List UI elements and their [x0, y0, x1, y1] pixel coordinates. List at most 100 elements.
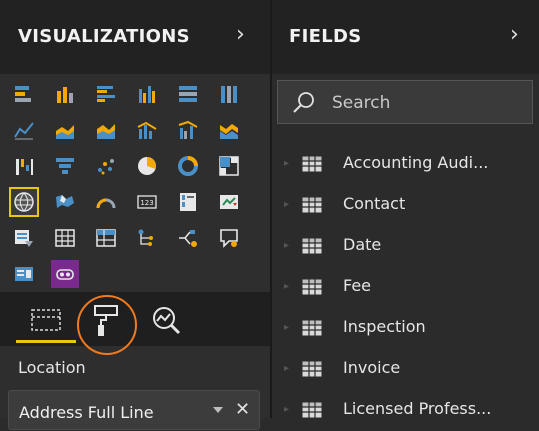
field-table-name: Fee: [343, 276, 372, 295]
visualization-tile[interactable]: [215, 188, 243, 216]
visualizations-header: VISUALIZATIONS ›: [0, 0, 270, 74]
expand-arrow-icon[interactable]: ▸: [284, 404, 289, 415]
field-table-name: Date: [343, 235, 382, 254]
stacked-bar-chart-icon: [15, 86, 31, 102]
visualization-tile[interactable]: [10, 116, 38, 144]
table-icon: [55, 229, 75, 247]
visualization-tile[interactable]: [51, 224, 79, 252]
visualization-tile[interactable]: [9, 187, 39, 217]
waterfall-chart-icon: [16, 159, 33, 175]
expand-arrow-icon[interactable]: ▸: [284, 158, 289, 169]
field-table-name: Contact: [343, 194, 406, 213]
map-icon: [14, 192, 34, 212]
visualization-tile[interactable]: [51, 80, 79, 108]
visualization-tile[interactable]: [215, 152, 243, 180]
custom-visual-purple-icon: [56, 269, 74, 280]
visualization-tile[interactable]: [10, 260, 38, 288]
fields-title: FIELDS: [289, 26, 362, 47]
expand-arrow-icon[interactable]: ▸: [284, 363, 289, 374]
qa-icon: [220, 229, 238, 248]
active-tab-underline: [16, 340, 76, 343]
visualization-tile[interactable]: [215, 80, 243, 108]
visualization-tile[interactable]: [174, 152, 202, 180]
fields-well-tab[interactable]: [24, 300, 68, 340]
visualization-tile[interactable]: [174, 80, 202, 108]
visualization-tile[interactable]: [51, 188, 79, 216]
visualization-tile[interactable]: [51, 116, 79, 144]
visualization-tile[interactable]: [51, 260, 79, 288]
key-influencers-icon: [138, 229, 153, 246]
well-label: Location: [18, 358, 86, 377]
visualization-tile[interactable]: [133, 80, 161, 108]
scatter-chart-icon: [98, 159, 114, 175]
field-table-item[interactable]: ▸ Invoice: [272, 349, 539, 390]
visualization-tile[interactable]: [92, 152, 120, 180]
fields-well-icon: [31, 309, 61, 331]
pie-chart-icon: [138, 156, 157, 175]
visualization-tile[interactable]: [174, 188, 202, 216]
multi-row-card-icon: [180, 193, 196, 211]
line-and-column-chart-icon: [137, 121, 157, 139]
field-table-item[interactable]: ▸ Accounting Audi...: [272, 144, 539, 185]
line-chart-icon: [14, 122, 34, 140]
fields-pane: FIELDS › Search ▸ Accounting Audi... ▸ Cont…: [272, 0, 539, 418]
chevron-right-icon[interactable]: ›: [510, 22, 519, 47]
visualization-tile[interactable]: [215, 224, 243, 252]
visualization-tile[interactable]: [10, 80, 38, 108]
visualization-tile[interactable]: [174, 224, 202, 252]
field-table-name: Inspection: [343, 317, 426, 336]
visualizations-title: VISUALIZATIONS: [18, 26, 190, 47]
100-stacked-bar-chart-icon: [179, 86, 197, 102]
treemap-icon: [219, 156, 239, 176]
clustered-bar-chart-icon: [97, 86, 115, 102]
table-icon: [302, 361, 322, 377]
visualization-tile[interactable]: 123: [133, 188, 161, 216]
field-table-item[interactable]: ▸ Fee: [272, 267, 539, 308]
well-field-value: Address Full Line: [19, 403, 154, 422]
analytics-tab[interactable]: [144, 300, 188, 340]
kpi-icon: [220, 195, 238, 209]
table-icon: [302, 238, 322, 254]
highlight-circle: [77, 295, 137, 355]
field-table-item[interactable]: ▸ Contact: [272, 185, 539, 226]
card-icon: 123: [137, 195, 157, 209]
field-table-item[interactable]: ▸ Licensed Profess...: [272, 390, 539, 431]
visualization-tile[interactable]: [92, 224, 120, 252]
custom-visual-icon: [15, 267, 33, 281]
field-table-name: Invoice: [343, 358, 401, 377]
funnel-icon: [56, 158, 74, 174]
expand-arrow-icon[interactable]: ▸: [284, 322, 289, 333]
stacked-column-chart-icon: [57, 87, 73, 103]
donut-chart-icon: [178, 156, 198, 176]
table-icon: [302, 402, 322, 418]
field-table-item[interactable]: ▸ Date: [272, 226, 539, 267]
expand-arrow-icon[interactable]: ▸: [284, 199, 289, 210]
stacked-area-chart-icon: [97, 124, 115, 139]
location-field-well[interactable]: Address Full Line ✕: [8, 390, 260, 430]
visualization-tile[interactable]: [92, 116, 120, 144]
table-icon: [302, 156, 322, 172]
visualization-tile[interactable]: [10, 152, 38, 180]
field-table-name: Accounting Audi...: [343, 153, 489, 172]
visualization-tile[interactable]: [51, 152, 79, 180]
visualization-tile[interactable]: [92, 188, 120, 216]
chevron-right-icon[interactable]: ›: [236, 22, 245, 47]
search-box[interactable]: Search: [277, 80, 536, 125]
search-input[interactable]: [278, 81, 536, 125]
analytics-magnifier-icon: [153, 307, 181, 335]
visualization-tile[interactable]: [10, 224, 38, 252]
expand-arrow-icon[interactable]: ▸: [284, 281, 289, 292]
visualization-tile[interactable]: [133, 116, 161, 144]
decomposition-tree-icon: [179, 230, 197, 247]
visualization-tile[interactable]: [174, 116, 202, 144]
visualization-tile[interactable]: [133, 224, 161, 252]
visualization-tile[interactable]: [133, 152, 161, 180]
close-icon[interactable]: ✕: [235, 399, 250, 420]
field-table-item[interactable]: ▸ Inspection: [272, 308, 539, 349]
dropdown-arrow-icon[interactable]: [213, 407, 223, 413]
expand-arrow-icon[interactable]: ▸: [284, 240, 289, 251]
visualization-tile[interactable]: [215, 116, 243, 144]
area-chart-icon: [56, 125, 74, 139]
visualization-tile[interactable]: [92, 80, 120, 108]
table-icon: [302, 197, 322, 213]
